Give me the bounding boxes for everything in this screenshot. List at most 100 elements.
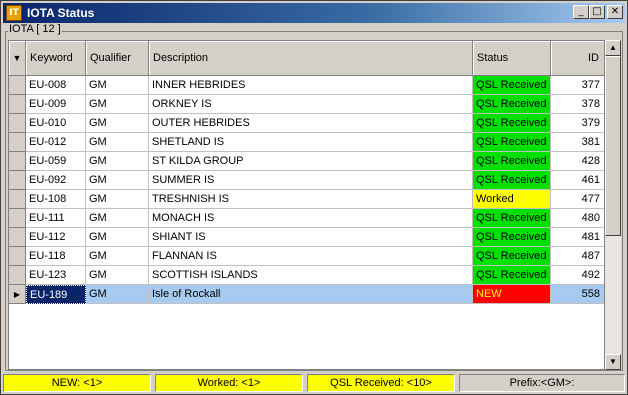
vertical-scrollbar[interactable]: ▲ ▼: [605, 40, 621, 370]
cell-keyword[interactable]: EU-108: [26, 190, 86, 209]
cell-qualifier[interactable]: GM: [86, 266, 149, 285]
cell-qualifier[interactable]: GM: [86, 171, 149, 190]
close-button[interactable]: ✕: [607, 5, 623, 19]
cell-qualifier[interactable]: GM: [86, 285, 149, 304]
cell-qualifier[interactable]: GM: [86, 152, 149, 171]
table-row[interactable]: EU-010 GM OUTER HEBRIDES QSL Received 379: [9, 114, 604, 133]
column-header-qualifier[interactable]: Qualifier: [86, 41, 149, 76]
row-indicator[interactable]: [9, 228, 26, 247]
row-indicator-header-icon[interactable]: ▼: [9, 41, 26, 76]
cell-keyword[interactable]: EU-008: [26, 76, 86, 95]
cell-status[interactable]: QSL Received: [473, 247, 551, 266]
cell-status[interactable]: Worked: [473, 190, 551, 209]
cell-qualifier[interactable]: GM: [86, 228, 149, 247]
row-indicator[interactable]: [9, 114, 26, 133]
cell-keyword[interactable]: EU-010: [26, 114, 86, 133]
cell-status[interactable]: QSL Received: [473, 114, 551, 133]
cell-keyword[interactable]: EU-092: [26, 171, 86, 190]
cell-keyword[interactable]: EU-123: [26, 266, 86, 285]
table-row[interactable]: EU-111 GM MONACH IS QSL Received 480: [9, 209, 604, 228]
cell-id[interactable]: 379: [551, 114, 604, 133]
cell-status[interactable]: QSL Received: [473, 152, 551, 171]
table-row[interactable]: EU-092 GM SUMMER IS QSL Received 461: [9, 171, 604, 190]
row-indicator[interactable]: ▶: [9, 285, 26, 304]
table-row[interactable]: EU-009 GM ORKNEY IS QSL Received 378: [9, 95, 604, 114]
cell-description[interactable]: OUTER HEBRIDES: [149, 114, 473, 133]
row-indicator[interactable]: [9, 133, 26, 152]
table-row[interactable]: ▶ EU-189 GM Isle of Rockall NEW 558: [9, 285, 604, 304]
cell-id[interactable]: 461: [551, 171, 604, 190]
cell-qualifier[interactable]: GM: [86, 133, 149, 152]
table-row[interactable]: EU-012 GM SHETLAND IS QSL Received 381: [9, 133, 604, 152]
cell-qualifier[interactable]: GM: [86, 247, 149, 266]
table-row[interactable]: EU-059 GM ST KILDA GROUP QSL Received 428: [9, 152, 604, 171]
cell-status[interactable]: QSL Received: [473, 76, 551, 95]
row-indicator[interactable]: [9, 95, 26, 114]
cell-status[interactable]: QSL Received: [473, 209, 551, 228]
cell-status[interactable]: QSL Received: [473, 133, 551, 152]
cell-status[interactable]: QSL Received: [473, 95, 551, 114]
cell-id[interactable]: 492: [551, 266, 604, 285]
cell-description[interactable]: FLANNAN IS: [149, 247, 473, 266]
cell-keyword[interactable]: EU-118: [26, 247, 86, 266]
cell-description[interactable]: ORKNEY IS: [149, 95, 473, 114]
cell-id[interactable]: 477: [551, 190, 604, 209]
row-indicator[interactable]: [9, 152, 26, 171]
cell-status[interactable]: QSL Received: [473, 171, 551, 190]
cell-description[interactable]: ST KILDA GROUP: [149, 152, 473, 171]
iota-grid[interactable]: ▼ Keyword Qualifier Description Status I…: [8, 40, 605, 370]
column-header-keyword[interactable]: Keyword: [26, 41, 86, 76]
table-row[interactable]: EU-108 GM TRESHNISH IS Worked 477: [9, 190, 604, 209]
row-indicator[interactable]: [9, 190, 26, 209]
cell-id[interactable]: 480: [551, 209, 604, 228]
cell-qualifier[interactable]: GM: [86, 76, 149, 95]
cell-keyword[interactable]: EU-012: [26, 133, 86, 152]
cell-qualifier[interactable]: GM: [86, 190, 149, 209]
column-header-description[interactable]: Description: [149, 41, 473, 76]
app-icon[interactable]: IT: [6, 5, 22, 21]
cell-keyword[interactable]: EU-059: [26, 152, 86, 171]
table-row[interactable]: EU-112 GM SHIANT IS QSL Received 481: [9, 228, 604, 247]
cell-id[interactable]: 381: [551, 133, 604, 152]
table-row[interactable]: EU-123 GM SCOTTISH ISLANDS QSL Received 492: [9, 266, 604, 285]
table-row[interactable]: EU-118 GM FLANNAN IS QSL Received 487: [9, 247, 604, 266]
row-indicator[interactable]: [9, 209, 26, 228]
table-row[interactable]: EU-008 GM INNER HEBRIDES QSL Received 377: [9, 76, 604, 95]
scroll-up-icon[interactable]: ▲: [605, 40, 621, 56]
cell-status[interactable]: QSL Received: [473, 266, 551, 285]
cell-id[interactable]: 378: [551, 95, 604, 114]
cell-id[interactable]: 481: [551, 228, 604, 247]
cell-description[interactable]: SCOTTISH ISLANDS: [149, 266, 473, 285]
cell-description[interactable]: MONACH IS: [149, 209, 473, 228]
cell-keyword[interactable]: EU-111: [26, 209, 86, 228]
cell-keyword[interactable]: EU-009: [26, 95, 86, 114]
minimize-button[interactable]: _: [573, 5, 589, 19]
row-indicator[interactable]: [9, 171, 26, 190]
scroll-thumb[interactable]: [605, 56, 621, 236]
cell-description[interactable]: SUMMER IS: [149, 171, 473, 190]
scroll-down-icon[interactable]: ▼: [605, 354, 621, 370]
cell-qualifier[interactable]: GM: [86, 209, 149, 228]
cell-id[interactable]: 377: [551, 76, 604, 95]
title-bar[interactable]: IT IOTA Status _ □ ✕: [3, 3, 625, 23]
cell-id[interactable]: 428: [551, 152, 604, 171]
cell-description[interactable]: SHIANT IS: [149, 228, 473, 247]
cell-description[interactable]: TRESHNISH IS: [149, 190, 473, 209]
row-indicator[interactable]: [9, 76, 26, 95]
cell-status[interactable]: NEW: [473, 285, 551, 304]
cell-description[interactable]: INNER HEBRIDES: [149, 76, 473, 95]
row-indicator[interactable]: [9, 266, 26, 285]
cell-description[interactable]: SHETLAND IS: [149, 133, 473, 152]
cell-qualifier[interactable]: GM: [86, 95, 149, 114]
cell-id[interactable]: 558: [551, 285, 604, 304]
cell-id[interactable]: 487: [551, 247, 604, 266]
cell-keyword[interactable]: EU-112: [26, 228, 86, 247]
cell-description[interactable]: Isle of Rockall: [149, 285, 473, 304]
row-indicator[interactable]: [9, 247, 26, 266]
maximize-button[interactable]: □: [589, 5, 605, 19]
column-header-status[interactable]: Status: [473, 41, 551, 76]
column-header-id[interactable]: ID: [551, 41, 604, 76]
cell-status[interactable]: QSL Received: [473, 228, 551, 247]
cell-qualifier[interactable]: GM: [86, 114, 149, 133]
cell-keyword[interactable]: EU-189: [26, 285, 86, 304]
